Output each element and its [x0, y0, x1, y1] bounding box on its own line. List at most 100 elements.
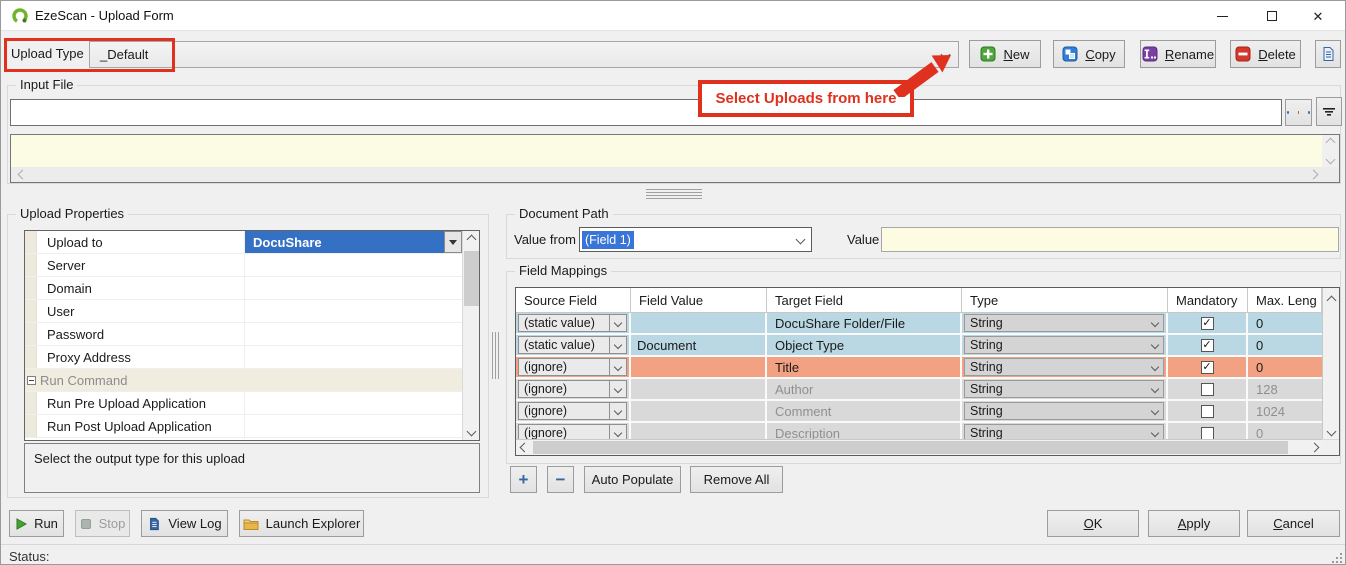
chevron-down-icon[interactable] [1146, 403, 1163, 419]
property-row[interactable]: Upload toDocuShare [25, 231, 462, 254]
target-field-cell[interactable]: Object Type [767, 335, 962, 357]
property-value[interactable] [245, 392, 462, 414]
target-field-cell[interactable]: Comment [767, 401, 962, 423]
property-name[interactable]: User [37, 300, 245, 322]
field-value-cell[interactable] [631, 357, 767, 379]
scroll-left-icon[interactable] [516, 440, 532, 455]
property-row[interactable]: User [25, 300, 462, 323]
type-dropdown[interactable]: String [964, 380, 1164, 398]
max-length-cell[interactable]: 1024 [1248, 401, 1322, 423]
property-name[interactable]: Upload to [37, 231, 245, 253]
type-dropdown[interactable]: String [964, 424, 1164, 440]
chevron-down-icon[interactable] [609, 315, 626, 331]
copy-button[interactable]: Copy [1053, 40, 1125, 68]
source-field-dropdown[interactable]: (static value) [518, 314, 627, 332]
mapping-row[interactable]: (ignore)AuthorString128 [516, 379, 1339, 401]
remove-row-button[interactable]: − [547, 466, 574, 493]
vertical-splitter[interactable] [492, 332, 501, 379]
type-cell[interactable]: String [962, 313, 1168, 335]
chevron-down-icon[interactable] [1146, 381, 1163, 397]
property-row[interactable]: Server [25, 254, 462, 277]
property-name[interactable]: Domain [37, 277, 245, 299]
dropdown-button[interactable] [444, 231, 462, 253]
type-cell[interactable]: String [962, 401, 1168, 423]
view-log-button[interactable]: View Log [141, 510, 228, 537]
property-name[interactable]: Password [37, 323, 245, 345]
chevron-down-icon[interactable] [789, 236, 811, 243]
scroll-down-icon[interactable] [463, 423, 480, 440]
chevron-down-icon[interactable] [1146, 315, 1163, 331]
property-row[interactable]: Run Post Upload Application [25, 415, 462, 438]
chevron-down-icon[interactable] [1146, 337, 1163, 353]
input-file-list[interactable] [10, 134, 1340, 183]
mandatory-cell[interactable] [1168, 379, 1248, 401]
source-field-dropdown[interactable]: (static value) [518, 336, 627, 354]
target-field-cell[interactable]: Title [767, 357, 962, 379]
table-horizontal-scrollbar[interactable] [516, 439, 1322, 455]
mandatory-cell[interactable]: ✓ [1168, 357, 1248, 379]
property-value[interactable] [245, 415, 462, 437]
chevron-down-icon[interactable] [609, 381, 626, 397]
type-cell[interactable]: String [962, 335, 1168, 357]
launch-explorer-button[interactable]: Launch Explorer [239, 510, 364, 537]
scroll-right-icon[interactable] [1309, 170, 1319, 180]
type-cell[interactable]: String [962, 423, 1168, 440]
mandatory-cell[interactable]: ✓ [1168, 335, 1248, 357]
auto-populate-button[interactable]: Auto Populate [584, 466, 681, 493]
target-field-cell[interactable]: DocuShare Folder/File [767, 313, 962, 335]
field-value-cell[interactable] [631, 379, 767, 401]
field-value-cell[interactable]: Document [631, 335, 767, 357]
rename-button[interactable]: Rename [1140, 40, 1216, 68]
property-name[interactable]: Server [37, 254, 245, 276]
scroll-left-icon[interactable] [18, 170, 28, 180]
scrollbar-thumb[interactable] [464, 251, 479, 306]
column-header-target-field[interactable]: Target Field [767, 288, 962, 312]
source-field-cell[interactable]: (ignore) [516, 423, 631, 440]
scroll-down-icon[interactable] [1326, 155, 1336, 165]
source-field-cell[interactable]: (static value) [516, 313, 631, 335]
column-header-source-field[interactable]: Source Field [516, 288, 631, 312]
column-header-type[interactable]: Type [962, 288, 1168, 312]
max-length-cell[interactable]: 0 [1248, 423, 1322, 440]
type-dropdown[interactable]: String [964, 402, 1164, 420]
column-header-mandatory[interactable]: Mandatory [1168, 288, 1248, 312]
mandatory-cell[interactable]: ✓ [1168, 313, 1248, 335]
type-dropdown[interactable]: String [964, 358, 1164, 376]
remove-all-button[interactable]: Remove All [690, 466, 783, 493]
mapping-row[interactable]: (ignore)DescriptionString0 [516, 423, 1339, 440]
checkbox-unchecked-icon[interactable] [1201, 405, 1214, 418]
field-value-cell[interactable] [631, 401, 767, 423]
upload-type-dropdown[interactable]: _Default [89, 41, 959, 68]
property-value[interactable] [245, 323, 462, 345]
property-row[interactable]: Proxy Address [25, 346, 462, 369]
chevron-down-icon[interactable] [609, 425, 626, 440]
add-row-button[interactable]: + [510, 466, 537, 493]
stop-button[interactable]: Stop [75, 510, 130, 537]
property-category-row[interactable]: Run Command [25, 369, 462, 392]
source-field-cell[interactable]: (ignore) [516, 357, 631, 379]
scroll-up-icon[interactable] [463, 231, 480, 248]
field-value-cell[interactable] [631, 423, 767, 440]
property-row[interactable]: Domain [25, 277, 462, 300]
column-header-max-length[interactable]: Max. Leng [1248, 288, 1322, 312]
notes-button[interactable] [1315, 40, 1341, 68]
type-dropdown[interactable]: String [964, 314, 1164, 332]
minimize-button[interactable] [1199, 1, 1245, 31]
scroll-down-icon[interactable] [1323, 423, 1339, 439]
source-field-dropdown[interactable]: (ignore) [518, 424, 627, 440]
input-file-field[interactable] [10, 99, 1282, 126]
checkbox-unchecked-icon[interactable] [1201, 427, 1214, 440]
type-cell[interactable]: String [962, 379, 1168, 401]
max-length-cell[interactable]: 128 [1248, 379, 1322, 401]
ok-button[interactable]: OK [1047, 510, 1139, 537]
close-button[interactable]: ✕ [1295, 1, 1341, 31]
target-field-cell[interactable]: Author [767, 379, 962, 401]
property-value[interactable] [245, 300, 462, 322]
resize-grip-icon[interactable] [1331, 552, 1343, 564]
chevron-down-icon[interactable] [1146, 359, 1163, 375]
property-name[interactable]: Run Post Upload Application [37, 415, 245, 437]
mapping-row[interactable]: (ignore)CommentString1024 [516, 401, 1339, 423]
scroll-right-icon[interactable] [1306, 440, 1322, 455]
scroll-up-icon[interactable] [1326, 138, 1336, 148]
maximize-button[interactable] [1249, 1, 1295, 31]
